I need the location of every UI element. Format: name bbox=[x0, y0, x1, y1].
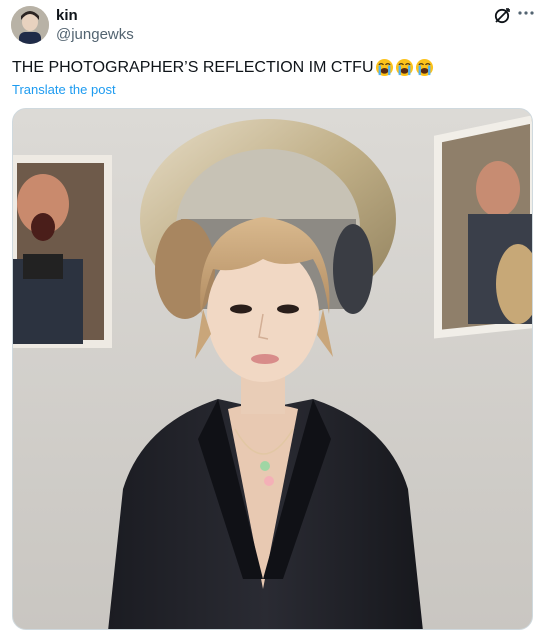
author-display-name[interactable]: kin bbox=[56, 7, 78, 24]
post-photo[interactable] bbox=[12, 108, 533, 630]
loudly-crying-face-icon bbox=[415, 58, 433, 77]
author-handle[interactable]: @jungewks bbox=[56, 26, 134, 43]
right-reflection bbox=[434, 115, 532, 339]
grok-icon[interactable] bbox=[493, 7, 511, 25]
tweet-text-row: THE PHOTOGRAPHER’S REFLECTION IM CTFU bbox=[12, 58, 435, 77]
loudly-crying-face-icon bbox=[375, 58, 393, 77]
left-reflection bbox=[13, 155, 112, 348]
avatar[interactable] bbox=[11, 6, 49, 44]
tweet: kin @jungewks THE PHOTOGRAPHER’S REFLECT… bbox=[0, 0, 542, 640]
more-options-icon[interactable] bbox=[515, 4, 537, 26]
translate-post-link[interactable]: Translate the post bbox=[12, 82, 116, 97]
tweet-text: THE PHOTOGRAPHER’S REFLECTION IM CTFU bbox=[12, 58, 374, 76]
loudly-crying-face-icon bbox=[395, 58, 413, 77]
emoji-group bbox=[375, 58, 435, 77]
